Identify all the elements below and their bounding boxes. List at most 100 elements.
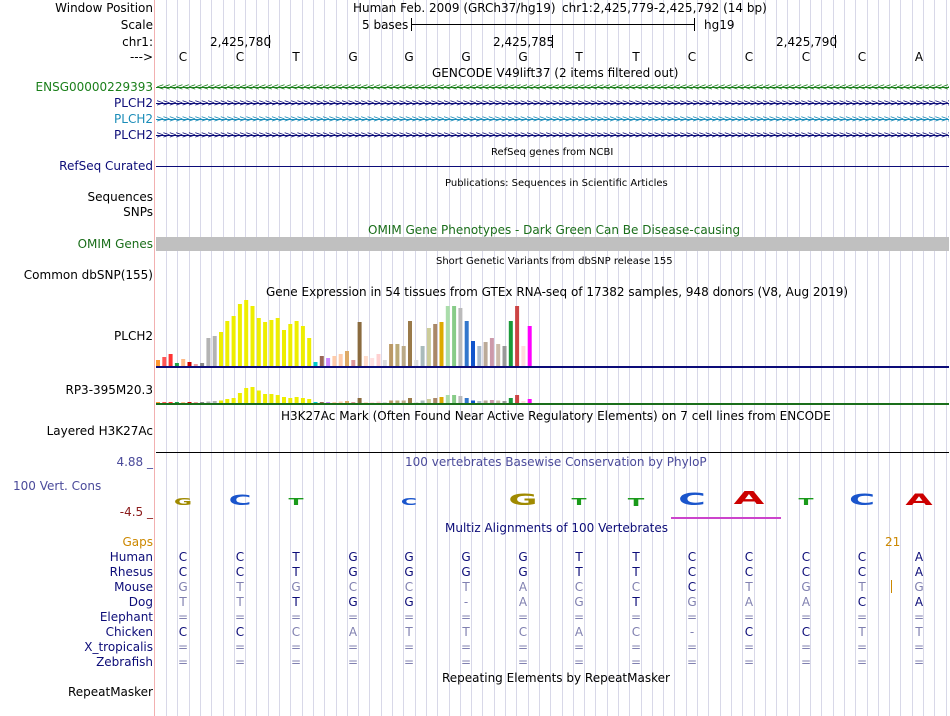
gtex-rp3-bar[interactable] [395,400,400,404]
gtex-plch2-bar[interactable] [477,346,482,366]
gtex-plch2-bar[interactable] [408,321,412,366]
gtex-rp3-bar[interactable] [508,398,513,403]
gtex-rp3-bar[interactable] [282,397,286,403]
gtex-plch2-bar[interactable] [496,344,501,366]
gtex-rp3-bar[interactable] [426,399,431,403]
species-label[interactable]: Mouse [114,580,153,594]
gtex-rp3-bar[interactable] [225,399,230,403]
gtex-rp3-bar[interactable] [326,402,331,403]
species-label[interactable]: Human [110,550,153,564]
gtex-rp3-bar[interactable] [256,390,261,404]
gtex-plch2-bar[interactable] [370,358,375,366]
gtex-plch2-bar[interactable] [363,356,368,366]
gene-label-ensg[interactable]: ENSG00000229393 [36,80,153,94]
refseq-track-title[interactable]: RefSeq genes from NCBI [491,146,613,160]
gtex-plch2-bar[interactable] [206,338,211,366]
position-text[interactable]: chr1:2,425,779-2,425,792 (14 bp) [562,1,767,15]
gene-label-plch2-1[interactable]: PLCH2 [114,96,153,110]
gene-label-plch2-2[interactable]: PLCH2 [114,112,153,126]
gtex-rp3-bar[interactable] [263,394,268,403]
gtex-plch2-bar[interactable] [168,354,173,366]
gtex-plch2-bar[interactable] [294,321,299,366]
gtex-rp3-bar[interactable] [420,400,425,404]
gtex-rp3-bar[interactable] [483,400,488,404]
phylop-track-title[interactable]: 100 vertebrates Basewise Conservation by… [405,455,707,469]
gtex-gene-label-rp3[interactable]: RP3-395M20.3 [65,383,153,397]
gtex-plch2-bar[interactable] [382,360,387,366]
gtex-plch2-bar[interactable] [307,338,312,366]
gtex-rp3-bar[interactable] [477,401,482,403]
dbsnp-label[interactable]: Common dbSNP(155) [24,268,153,282]
publications-track-title[interactable]: Publications: Sequences in Scientific Ar… [445,177,668,191]
gtex-plch2-bar[interactable] [269,320,274,366]
gtex-plch2-bar[interactable] [338,354,343,366]
gtex-rp3-bar[interactable] [250,387,255,403]
repeatmasker-track-title[interactable]: Repeating Elements by RepeatMasker [442,671,670,685]
gtex-rp3-bar[interactable] [313,402,318,403]
refseq-gene-line[interactable] [156,166,949,167]
phylop-label[interactable]: 100 Vert. Cons [13,479,101,493]
gtex-plch2-bar[interactable] [181,359,186,366]
gene-plch2-2-strand[interactable]: >>>>>>>>>>>>>>>>>>>>>>>>>>>>>>>>>>>>>>>>… [156,114,949,125]
gtex-plch2-bar[interactable] [237,304,242,366]
repeatmasker-label[interactable]: RepeatMasker [68,685,153,699]
gtex-plch2-bar[interactable] [521,346,526,366]
dbsnp-track-title[interactable]: Short Genetic Variants from dbSNP releas… [436,255,673,269]
gtex-rp3-bar[interactable] [294,397,299,403]
gtex-plch2-bar[interactable] [351,360,356,366]
gaps-label[interactable]: Gaps [122,535,153,549]
gtex-rp3-bar[interactable] [181,402,186,403]
species-label[interactable]: Rhesus [110,565,153,579]
gtex-plch2-bar[interactable] [395,344,400,366]
gtex-plch2-bar[interactable] [464,321,469,366]
gtex-plch2-bar[interactable] [225,321,230,366]
gtex-rp3-bar[interactable] [363,402,368,403]
omim-label[interactable]: OMIM Genes [78,237,153,251]
gtex-rp3-bar[interactable] [206,401,211,404]
refseq-label[interactable]: RefSeq Curated [59,159,153,173]
h3k27ac-track-title[interactable]: H3K27Ac Mark (Often Found Near Active Re… [281,409,831,423]
gtex-plch2-bar[interactable] [250,306,255,366]
gtex-rp3-bar[interactable] [168,402,173,403]
gtex-rp3-bar[interactable] [307,399,312,403]
gtex-rp3-bar[interactable] [382,402,387,403]
species-label[interactable]: Dog [129,595,153,609]
gtex-plch2-bar[interactable] [376,354,381,366]
gtex-plch2-bar[interactable] [426,328,431,366]
omim-phenotype-bar[interactable] [156,237,949,251]
gtex-rp3-bar[interactable] [521,401,526,403]
gene-ensg-strand[interactable]: <<<<<<<<<<<<<<<<<<<<<<<<<<<<<<<<<<<<<<<<… [156,82,949,93]
gtex-rp3-bar[interactable] [496,400,501,404]
species-label[interactable]: X_tropicalis [84,640,153,654]
gtex-track-title[interactable]: Gene Expression in 54 tissues from GTEx … [266,285,848,299]
gtex-plch2-bar[interactable] [420,346,425,366]
sequences-label[interactable]: Sequences [88,190,153,204]
gtex-plch2-bar[interactable] [508,321,513,366]
gene-label-plch2-3[interactable]: PLCH2 [114,128,153,142]
gtex-rp3-bar[interactable] [338,401,343,404]
snps-label[interactable]: SNPs [123,205,153,219]
multiz-track-title[interactable]: Multiz Alignments of 100 Vertebrates [445,521,668,535]
gtex-plch2-bar[interactable] [156,360,160,366]
gtex-gene-label-plch2[interactable]: PLCH2 [114,329,153,343]
gtex-rp3-bar[interactable] [212,401,217,403]
omim-track-title[interactable]: OMIM Gene Phenotypes - Dark Green Can Be… [368,223,740,237]
gtex-plch2-bar[interactable] [313,362,318,366]
gtex-rp3-bar[interactable] [351,402,356,403]
gencode-track-title[interactable]: GENCODE V49lift37 (2 items filtered out) [432,66,678,80]
gtex-plch2-bar[interactable] [256,318,261,366]
species-label[interactable]: Chicken [106,625,153,639]
gtex-plch2-bar[interactable] [263,322,268,366]
gtex-rp3-bar[interactable] [370,402,375,403]
gtex-rp3-bar[interactable] [464,398,469,403]
gtex-rp3-bar[interactable] [193,402,198,403]
species-label[interactable]: Elephant [100,610,153,624]
gtex-plch2-bar[interactable] [483,342,488,366]
gene-plch2-3-strand[interactable]: >>>>>>>>>>>>>>>>>>>>>>>>>>>>>>>>>>>>>>>>… [156,130,949,141]
gtex-plch2-bar[interactable] [212,336,217,366]
species-label[interactable]: Zebrafish [96,655,153,669]
h3k27ac-label[interactable]: Layered H3K27Ac [47,424,153,438]
gtex-plch2-bar[interactable] [439,322,444,366]
gtex-rp3-bar[interactable] [408,398,412,403]
gene-plch2-1-strand[interactable]: >>>>>>>>>>>>>>>>>>>>>>>>>>>>>>>>>>>>>>>>… [156,98,949,109]
